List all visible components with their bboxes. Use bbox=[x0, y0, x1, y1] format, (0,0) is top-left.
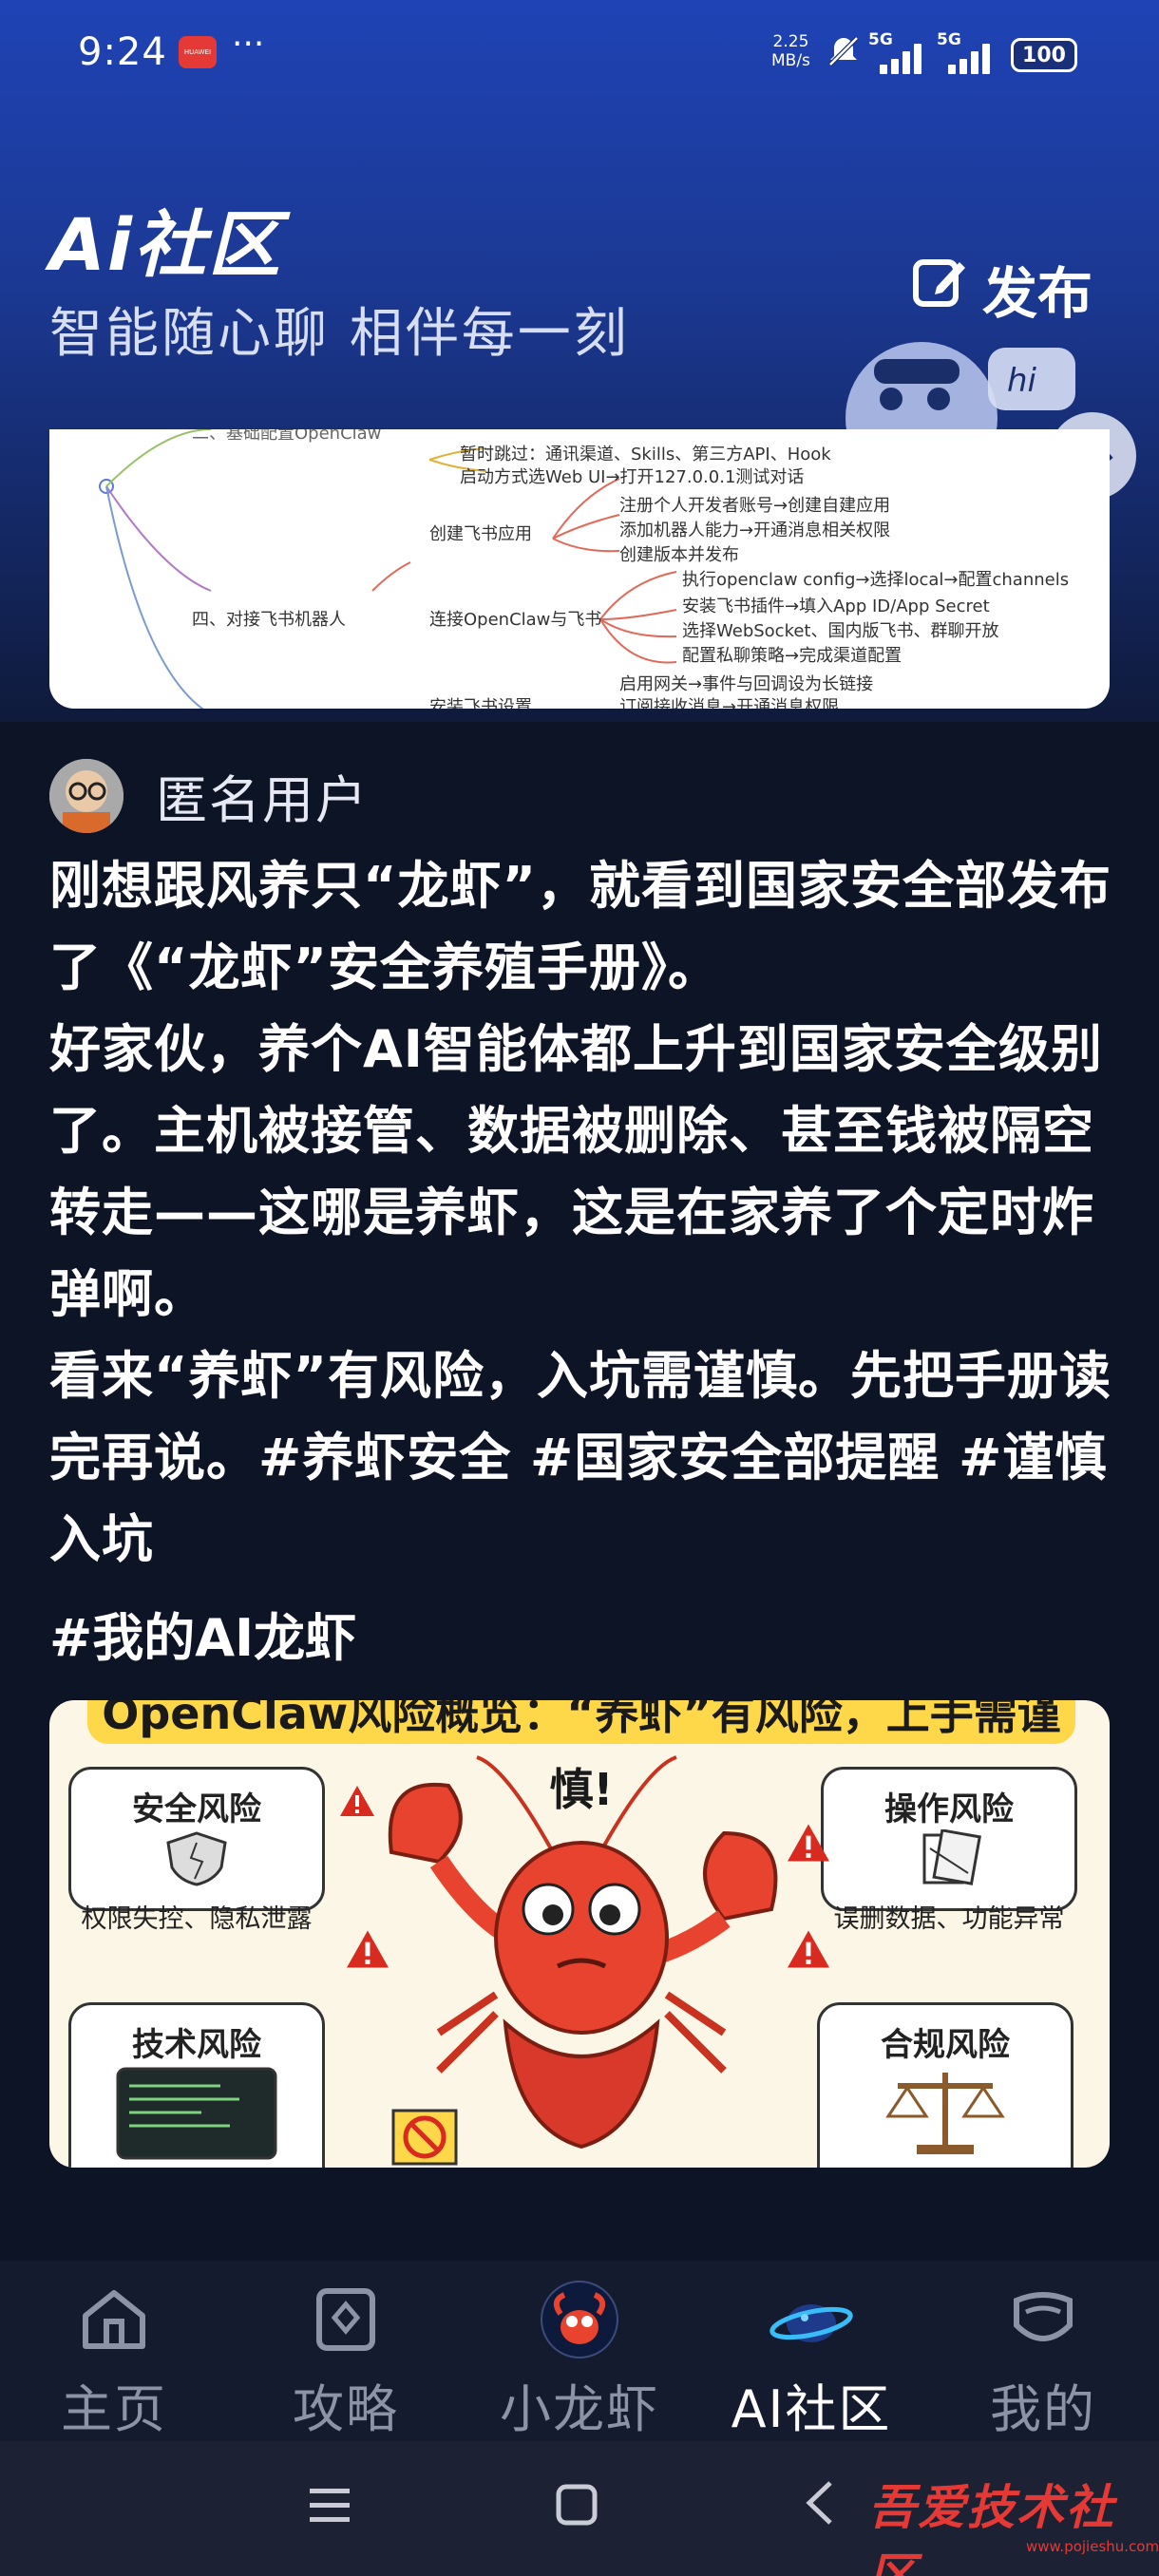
watermark-url: www.pojieshu.com bbox=[1026, 2538, 1159, 2555]
home-icon bbox=[19, 2278, 209, 2361]
post-paragraph: 看来“养虾”有风险，入坑需谨慎。先把手册读完再说。#养虾安全 #国家安全部提醒 … bbox=[49, 1346, 1112, 1569]
mute-bell-icon bbox=[825, 32, 863, 79]
mindmap-node: 启用网关→事件与回调设为长链接 bbox=[619, 674, 874, 694]
nav-label: 我的 bbox=[990, 2379, 1096, 2439]
topic-tag[interactable]: #我的AI龙虾 bbox=[49, 1596, 356, 1671]
nav-lobster[interactable]: 小龙虾 bbox=[484, 2278, 674, 2442]
network-speed-unit: MB/s bbox=[771, 51, 810, 70]
nav-label: 攻略 bbox=[293, 2379, 399, 2439]
mindmap-node: 安装飞书插件→填入App ID/App Secret bbox=[682, 597, 990, 616]
mindmap-node: 连接OpenClaw与飞书 bbox=[429, 610, 602, 630]
risk-desc: 权限失控、隐私泄露 bbox=[81, 1904, 313, 1934]
risk-desc: 误删数据、功能异常 bbox=[833, 1904, 1065, 1934]
nav-profile[interactable]: 我的 bbox=[948, 2278, 1138, 2442]
nav-community[interactable]: AI社区 bbox=[716, 2278, 906, 2442]
risk-card-tech: 技术风险 bbox=[68, 2002, 325, 2168]
back-icon[interactable] bbox=[802, 2479, 836, 2530]
profile-icon bbox=[948, 2278, 1138, 2361]
mindmap-node: 启动方式选Web UI→打开127.0.0.1测试对话 bbox=[460, 467, 805, 487]
author-name: 匿名用户 bbox=[156, 770, 369, 830]
avatar[interactable] bbox=[49, 758, 124, 833]
post-paragraph: 刚想跟风养只“龙虾”，就看到国家安全部发布了《“龙虾”安全养殖手册》。 bbox=[49, 856, 1112, 997]
scales-icon bbox=[885, 2073, 1005, 2154]
risk-card-security: 安全风险 权限失控、隐私泄露 bbox=[68, 1767, 325, 1934]
svg-text:hi: hi bbox=[1007, 362, 1037, 400]
huawei-app-icon: HUAWEI bbox=[179, 36, 217, 68]
post-content[interactable]: 刚想跟风养只“龙虾”，就看到国家安全部发布了《“龙虾”安全养殖手册》。 好家伙，… bbox=[49, 845, 1123, 1581]
status-bar: 9:24 HUAWEI ··· 2.25 MB/s 5G 5G 100 bbox=[0, 0, 1159, 104]
warning-icon bbox=[340, 1786, 374, 1816]
app-slogan: 智能随心聊 相伴每一刻 bbox=[49, 303, 630, 365]
warning-icon bbox=[788, 1930, 829, 1968]
risk-title: 操作风险 bbox=[884, 1790, 1014, 1828]
risk-card-operation: 操作风险 误删数据、功能异常 bbox=[821, 1767, 1077, 1934]
app-logo: Ai社区 bbox=[49, 202, 282, 287]
terminal-icon bbox=[116, 2067, 277, 2160]
prohibited-icon bbox=[391, 2109, 458, 2166]
signal-5g-1-icon: 5G bbox=[868, 30, 935, 74]
mindmap-node: 创建版本并发布 bbox=[619, 545, 739, 565]
nav-label: AI社区 bbox=[731, 2379, 892, 2439]
torn-document-icon bbox=[922, 1828, 981, 1885]
home-square-icon[interactable] bbox=[555, 2483, 598, 2530]
nav-home[interactable]: 主页 bbox=[19, 2278, 209, 2442]
risk-poster-image[interactable]: OpenClaw风险概览：“养虾”有风险，上手需谨慎! 安全风险 权限失控、隐私… bbox=[49, 1700, 1110, 2168]
bottom-nav: 主页 攻略 小龙虾 AI社区 我的 bbox=[0, 2261, 1159, 2441]
cracked-shield-icon bbox=[166, 1831, 227, 1886]
lobster-mascot-illustration bbox=[388, 1755, 778, 2150]
warning-icon bbox=[788, 1824, 829, 1862]
nav-label: 小龙虾 bbox=[500, 2379, 659, 2439]
lobster-avatar-icon bbox=[484, 2278, 674, 2361]
mindmap-node: 选择WebSocket、国内版飞书、群聊开放 bbox=[682, 621, 999, 641]
mindmap-node: 注册个人开发者账号→创建自建应用 bbox=[619, 496, 891, 516]
risk-title: 技术风险 bbox=[132, 2026, 261, 2064]
battery-icon: 100 bbox=[1011, 38, 1077, 72]
mindmap-node: 添加机器人能力→开通消息相关权限 bbox=[619, 521, 891, 540]
mindmap-node: 安装飞书设置 bbox=[429, 697, 532, 709]
network-speed: 2.25 MB/s bbox=[771, 32, 810, 70]
watermark-logo: 吾爱技术社区 bbox=[868, 2480, 1115, 2576]
mindmap-node: 暂时跳过：通讯渠道、Skills、第三方API、Hook bbox=[460, 445, 831, 464]
risk-title: 合规风险 bbox=[881, 2026, 1010, 2064]
mindmap-node: 四、对接飞书机器人 bbox=[192, 610, 346, 630]
poster-banner: OpenClaw风险概览：“养虾”有风险，上手需谨慎! bbox=[87, 1700, 1075, 1815]
mindmap-node: 创建飞书应用 bbox=[429, 524, 532, 544]
nav-label: 主页 bbox=[61, 2379, 167, 2439]
network-speed-value: 2.25 bbox=[772, 32, 809, 51]
risk-title: 安全风险 bbox=[132, 1790, 261, 1828]
mindmap-image[interactable]: 二、基础配置OpenClaw 暂时跳过：通讯渠道、Skills、第三方API、H… bbox=[49, 429, 1110, 709]
risk-card-compliance: 合规风险 bbox=[817, 2002, 1074, 2168]
mindmap-node: 执行openclaw config→选择local→配置channels bbox=[682, 570, 1070, 590]
warning-icon bbox=[347, 1930, 389, 1968]
community-planet-icon bbox=[716, 2278, 906, 2361]
post-paragraph: 好家伙，养个AI智能体都上升到国家安全级别了。主机被接管、数据被删除、甚至钱被隔… bbox=[49, 1019, 1103, 1324]
more-notifications-icon: ··· bbox=[232, 25, 265, 64]
signal-5g-2-icon: 5G bbox=[937, 30, 1003, 74]
nav-guide[interactable]: 攻略 bbox=[251, 2278, 441, 2442]
guide-icon bbox=[251, 2278, 441, 2361]
menu-icon[interactable] bbox=[308, 2485, 352, 2530]
post-author[interactable]: 匿名用户 bbox=[49, 758, 369, 833]
mindmap-node: 二、基础配置OpenClaw bbox=[192, 429, 382, 444]
status-time: 9:24 bbox=[78, 30, 167, 74]
mindmap-node: 订阅接收消息→开通消息权限 bbox=[619, 697, 840, 709]
mindmap-node: 配置私聊策略→完成渠道配置 bbox=[682, 646, 902, 666]
